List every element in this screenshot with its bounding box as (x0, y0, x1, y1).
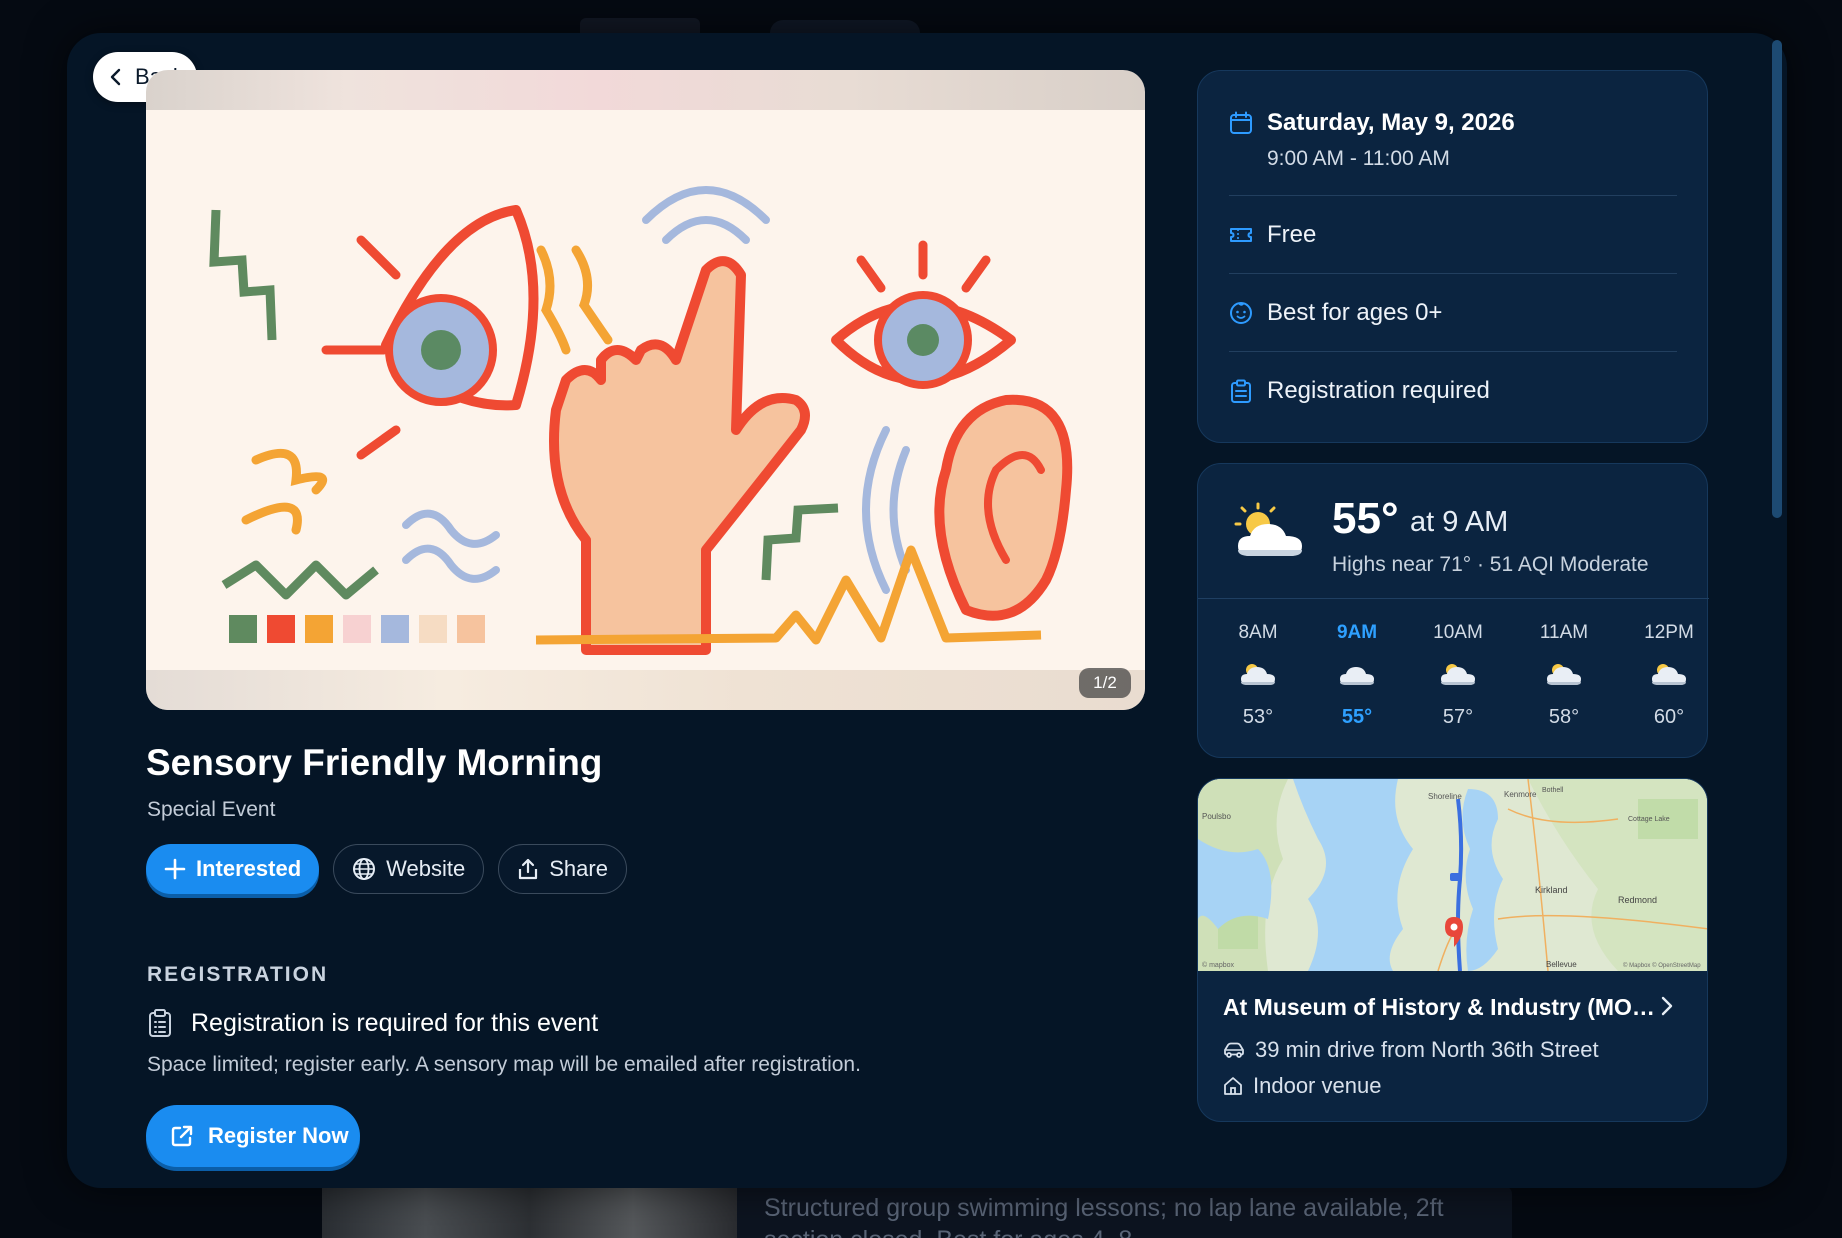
calendar-icon (1230, 111, 1252, 134)
event-date: Saturday, May 9, 2026 (1267, 109, 1515, 136)
map-label-bellevue: Bellevue (1546, 960, 1577, 969)
current-temperature: 55° (1332, 494, 1399, 543)
event-hero-image[interactable]: 1/2 (146, 70, 1145, 710)
hour-label: 12PM (1644, 622, 1694, 643)
hour-temperature: 55° (1341, 706, 1373, 728)
hour-label: 8AM (1238, 622, 1278, 643)
baby-face-icon (1230, 302, 1252, 324)
hour-label: 11AM (1539, 622, 1589, 643)
price-row: Free (1229, 221, 1677, 249)
partly-cloudy-icon (1241, 664, 1275, 685)
map-label-redmond: Redmond (1618, 895, 1657, 905)
home-icon (1224, 1077, 1242, 1095)
register-now-button[interactable]: Register Now (146, 1105, 360, 1167)
ages-row: Best for ages 0+ (1229, 299, 1677, 327)
hour-temperature: 58° (1548, 706, 1580, 728)
registration-heading: REGISTRATION (147, 963, 329, 986)
map-label-kenmore: Kenmore (1504, 790, 1537, 799)
map-label-cottage-lake: Cottage Lake (1628, 816, 1670, 823)
weather-highs-aqi: Highs near 71° · 51 AQI Moderate (1332, 553, 1649, 576)
event-price: Free (1267, 221, 1317, 248)
event-ages: Best for ages 0+ (1267, 299, 1443, 326)
current-time-label: at 9 AM (1410, 506, 1509, 538)
clipboard-icon (149, 1009, 171, 1037)
share-icon (519, 858, 538, 880)
modal-scrollbar[interactable] (1772, 40, 1782, 518)
globe-icon (353, 858, 376, 880)
hour-forecast-0: 8AM 53° (1218, 622, 1298, 729)
sensory-illustration (146, 110, 1145, 670)
hour-forecast-4: 12PM 60° (1629, 622, 1709, 729)
interested-button[interactable]: Interested (146, 844, 320, 894)
registration-row: Registration required (1229, 377, 1677, 405)
chevron-right-icon[interactable] (1660, 995, 1674, 1017)
location-name[interactable]: At Museum of History & Industry (MOHAI) (1223, 994, 1663, 1021)
venue-type: Indoor venue (1253, 1073, 1382, 1098)
partly-cloudy-icon (1547, 664, 1581, 685)
map-label-bothell: Bothell (1542, 787, 1564, 794)
background-event-image (322, 1186, 737, 1238)
image-counter: 1/2 (1079, 668, 1131, 698)
location-card[interactable]: Poulsbo Shoreline Kenmore Bothell Cottag… (1197, 778, 1708, 1122)
event-time: 9:00 AM - 11:00 AM (1267, 147, 1450, 170)
map-mapbox-logo: © mapbox (1202, 961, 1235, 969)
partly-cloudy-icon (1234, 502, 1302, 556)
hour-label: 9AM (1336, 622, 1378, 643)
event-info-card: Saturday, May 9, 2026 9:00 AM - 11:00 AM… (1197, 70, 1708, 443)
partly-cloudy-icon (1340, 667, 1374, 685)
ticket-icon (1230, 228, 1252, 242)
registration-status: Registration required (1267, 377, 1490, 404)
share-button[interactable]: Share (498, 844, 627, 894)
map-label-kirkland: Kirkland (1535, 885, 1568, 895)
partly-cloudy-icon (1652, 664, 1686, 685)
registration-note: Space limited; register early. A sensory… (147, 1053, 861, 1076)
register-now-label: Register Now (208, 1123, 349, 1148)
event-category: Special Event (147, 798, 276, 821)
hour-temperature: 57° (1442, 706, 1474, 728)
hour-forecast-1: 9AM 55° (1317, 622, 1397, 729)
clipboard-list-icon (1231, 379, 1251, 403)
hour-forecast-2: 10AM 57° (1418, 622, 1498, 729)
partly-cloudy-icon (1441, 664, 1475, 685)
interested-label: Interested (196, 856, 302, 881)
location-map[interactable]: Poulsbo Shoreline Kenmore Bothell Cottag… (1198, 779, 1708, 971)
external-link-icon (171, 1125, 193, 1147)
map-label-shoreline: Shoreline (1428, 792, 1462, 801)
registration-required-line: Registration is required for this event (147, 1008, 598, 1038)
map-attribution: © Mapbox © OpenStreetMap (1623, 962, 1701, 969)
date-row: Saturday, May 9, 2026 9:00 AM - 11:00 AM (1229, 109, 1677, 171)
hour-temperature: 53° (1242, 706, 1274, 728)
drive-time-row: 39 min drive from North 36th Street (1223, 1037, 1599, 1063)
hour-forecast-3: 11AM 58° (1524, 622, 1604, 729)
weather-card: 55° at 9 AM Highs near 71° · 51 AQI Mode… (1197, 463, 1709, 758)
map-label-poulsbo: Poulsbo (1202, 812, 1231, 821)
website-button[interactable]: Website (333, 844, 485, 894)
drive-time: 39 min drive from North 36th Street (1255, 1037, 1599, 1062)
hour-label: 10AM (1433, 622, 1483, 643)
event-actions: Interested Website Share (146, 844, 627, 894)
chevron-left-icon (110, 68, 121, 86)
background-event-description: Structured group swimming lessons; no la… (764, 1194, 1444, 1238)
website-label: Website (386, 856, 466, 881)
car-icon (1224, 1042, 1244, 1058)
event-title: Sensory Friendly Morning (146, 742, 603, 783)
registration-required-text: Registration is required for this event (191, 1008, 599, 1037)
share-label: Share (549, 856, 608, 881)
venue-row: Indoor venue (1223, 1073, 1381, 1099)
plus-icon (164, 858, 186, 880)
hour-temperature: 60° (1653, 706, 1685, 728)
